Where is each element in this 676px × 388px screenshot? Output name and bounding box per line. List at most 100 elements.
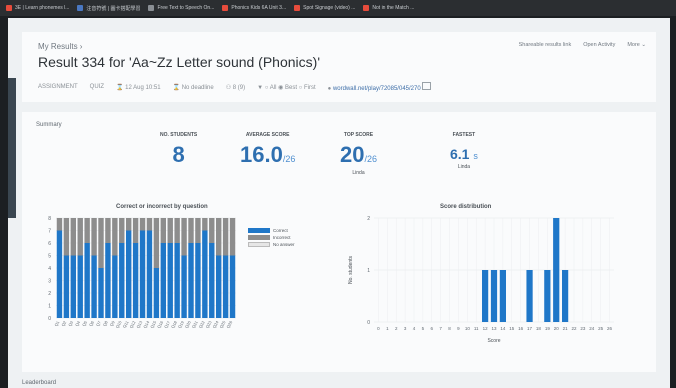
copy-url-button[interactable]: [422, 82, 432, 90]
result-meta: ASSIGNMENT QUIZ ⌛ 12 Aug 10:51 ⌛ No dead…: [38, 82, 432, 92]
date-label: ⌛ 12 Aug 10:51: [116, 84, 161, 91]
deadline-value: No deadline: [181, 84, 214, 91]
y-tick-label: 0: [48, 316, 51, 322]
wordwall-results-page: My Results › Result 334 for 'Aa~Zz Lette…: [8, 18, 670, 388]
hourglass-icon: ⌛: [172, 84, 181, 91]
bar-incorrect: [125, 218, 132, 231]
x-tick-label: Q3: [67, 319, 74, 327]
legend-swatch-noanswer: [248, 242, 270, 247]
x-tick-label: Q7: [95, 319, 102, 327]
results-header: My Results › Result 334 for 'Aa~Zz Lette…: [22, 32, 656, 102]
header-actions: Shareable results link Open Activity Mor…: [519, 42, 646, 48]
globe-icon: ●: [327, 86, 332, 92]
x-tick-label: 7: [439, 326, 442, 331]
stat-fastest: FASTEST 6.1 s Linda: [450, 132, 478, 170]
bookmark-item[interactable]: Spot Signage (video) ...: [294, 5, 355, 11]
bar-incorrect: [56, 218, 63, 231]
filter-best-label: Best: [284, 84, 297, 91]
leaderboard-heading: Leaderboard: [22, 380, 57, 386]
summary-panel: Summary NO. STUDENTS 8 AVERAGE SCORE 16.…: [22, 112, 656, 372]
bar-correct: [174, 243, 180, 318]
x-tick-label: Q6: [88, 319, 95, 327]
bookmark-label: 3E | Learn phonemes l...: [15, 5, 70, 11]
bar-correct: [188, 243, 194, 318]
bar-incorrect: [215, 218, 222, 256]
page-title: Result 334 for 'Aa~Zz Letter sound (Phon…: [38, 54, 320, 70]
legend-correct-label: Correct: [273, 228, 288, 233]
x-tick-label: 25: [598, 326, 604, 331]
bar-incorrect: [188, 218, 194, 243]
window-edge: [8, 78, 16, 218]
filter-first[interactable]: ○ First: [299, 85, 316, 91]
x-tick-label: 9: [457, 326, 460, 331]
filter-all[interactable]: ○ All: [265, 85, 277, 91]
x-tick-label: 1: [386, 326, 389, 331]
filter-icon: ▼: [257, 84, 264, 91]
stat-top: TOP SCORE 20/26 Linda: [340, 132, 377, 176]
x-tick-label: Q1: [53, 319, 60, 327]
x-tick-label: 13: [491, 326, 497, 331]
bar-incorrect: [63, 218, 70, 256]
bar-correct: [181, 255, 187, 318]
bar-correct: [167, 243, 173, 318]
bookmark-item[interactable]: 注音符號 | 圖卡搭配學習: [77, 5, 140, 12]
stat-average: AVERAGE SCORE 16.0/26: [240, 132, 295, 168]
open-activity-button[interactable]: Open Activity: [583, 42, 615, 48]
filter-all-label: All: [269, 84, 277, 91]
bar-incorrect: [153, 218, 160, 268]
x-tick-label: 16: [518, 326, 524, 331]
score-bar: [562, 270, 569, 322]
y-tick-label: 5: [48, 254, 51, 260]
bar-correct: [222, 255, 229, 318]
share-url-text[interactable]: wordwall.net/play/72085/045/270: [333, 86, 421, 92]
people-icon: ⚇: [225, 84, 232, 91]
filter-best[interactable]: ◉ Best: [278, 85, 297, 91]
type-label: QUIZ: [89, 84, 105, 90]
y-tick-label: 1: [367, 268, 370, 274]
bookmark-item[interactable]: Free Text to Speech On...: [148, 5, 214, 11]
distribution-chart: 0120 1 2 3 4 5 6 7 8 9 10 11 12 13 14 15 16 17 18 19 20 21 22 2…: [348, 216, 614, 344]
bar-incorrect: [229, 218, 236, 256]
x-tick-label: Q4: [74, 319, 81, 327]
bar-incorrect: [160, 218, 167, 243]
x-axis-label: Score: [487, 338, 500, 344]
bar-incorrect: [202, 218, 208, 231]
bar-incorrect: [84, 218, 90, 243]
bookmark-label: Phonics Kids 6A Unit 3...: [231, 5, 287, 11]
bar-correct: [105, 243, 111, 318]
bookmark-item[interactable]: Phonics Kids 6A Unit 3...: [222, 5, 286, 11]
y-tick-label: 4: [48, 266, 51, 272]
bookmark-item[interactable]: Not in the Match ...: [363, 5, 414, 11]
bar-correct: [139, 230, 146, 318]
score-bar: [553, 218, 560, 322]
x-tick-label: 8: [448, 326, 451, 331]
questions-legend: Correct Incorrect No answer: [248, 228, 295, 249]
hourglass-icon: ⌛: [116, 84, 124, 91]
bar-correct: [98, 268, 104, 318]
bar-incorrect: [209, 218, 215, 243]
y-tick-label: 8: [48, 216, 51, 222]
x-tick-label: 21: [563, 326, 569, 331]
x-tick-label: 20: [554, 326, 560, 331]
stat-average-label: AVERAGE SCORE: [245, 132, 290, 138]
x-tick-label: Q26: [225, 319, 233, 329]
bar-correct: [84, 243, 90, 318]
y-tick-label: 1: [48, 304, 51, 310]
bookmark-item[interactable]: 3E | Learn phonemes l...: [6, 5, 69, 11]
bar-incorrect: [195, 218, 201, 243]
bar-correct: [119, 243, 125, 318]
bar-incorrect: [112, 218, 118, 256]
share-results-link[interactable]: Shareable results link: [519, 42, 572, 48]
more-menu-button[interactable]: More ⌄: [627, 42, 646, 48]
bookmark-label: Spot Signage (video) ...: [303, 5, 356, 11]
score-bar: [482, 270, 489, 322]
assignment-label: ASSIGNMENT: [38, 84, 78, 90]
x-tick-label: Q5: [81, 319, 88, 327]
x-tick-label: 5: [422, 326, 425, 331]
x-tick-label: 26: [607, 326, 613, 331]
x-tick-label: 17: [527, 326, 533, 331]
bookmark-label: 注音符號 | 圖卡搭配學習: [86, 5, 141, 12]
breadcrumb[interactable]: My Results ›: [38, 42, 82, 51]
score-bar: [544, 270, 551, 322]
bar-incorrect: [91, 218, 97, 256]
